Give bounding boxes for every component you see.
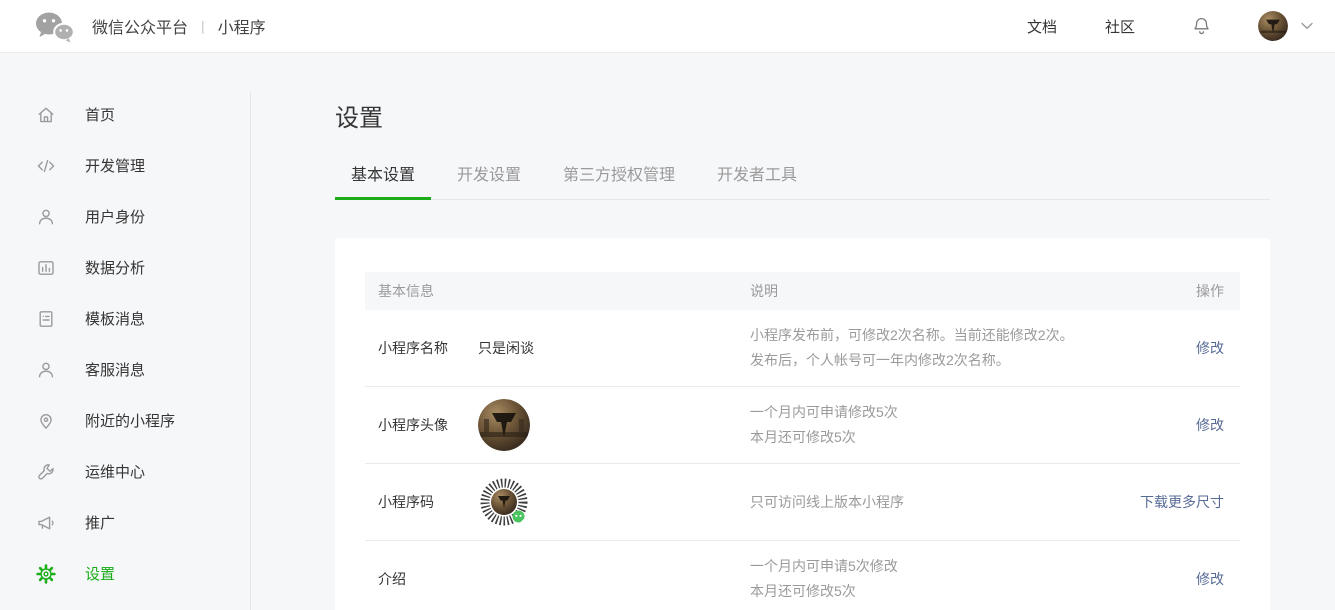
top-nav: 文档 社区 [979, 11, 1313, 41]
tab-basic-settings[interactable]: 基本设置 [335, 161, 431, 199]
customer-service-icon [36, 360, 56, 380]
field-label: 介绍 [378, 569, 478, 589]
sidebar-item-settings[interactable]: 设置 [0, 548, 250, 599]
sidebar-item-analytics[interactable]: 数据分析 [0, 242, 250, 293]
modify-introduction-link[interactable]: 修改 [1196, 571, 1224, 587]
description-line: 本月还可修改5次 [750, 425, 1080, 450]
table-row-name: 小程序名称 只是闲谈 小程序发布前，可修改2次名称。当前还能修改2次。 发布后，… [365, 310, 1240, 387]
table-header: 基本信息 说明 操作 [365, 272, 1240, 310]
col-description: 说明 [750, 281, 1080, 301]
page-title: 设置 [335, 98, 1270, 133]
chart-icon [36, 258, 56, 278]
sidebar-item-template-message[interactable]: 模板消息 [0, 293, 250, 344]
sidebar: 首页 开发管理 用户身份 [0, 53, 250, 610]
sidebar-item-label: 模板消息 [85, 308, 145, 329]
sidebar-item-nearby[interactable]: 附近的小程序 [0, 395, 250, 446]
basic-settings-card: 基本信息 说明 操作 小程序名称 只是闲谈 小程序发布前，可修改2次名称。当前还… [335, 238, 1270, 610]
settings-tabs: 基本设置 开发设置 第三方授权管理 开发者工具 [335, 161, 1270, 200]
sidebar-item-ops-center[interactable]: 运维中心 [0, 446, 250, 497]
table-row-avatar: 小程序头像 [365, 387, 1240, 464]
sidebar-item-home[interactable]: 首页 [0, 89, 250, 140]
table-row-qrcode: 小程序码 [365, 464, 1240, 541]
tab-developer-tools[interactable]: 开发者工具 [701, 161, 813, 199]
sidebar-divider [250, 92, 251, 610]
home-icon [36, 105, 56, 125]
description-line: 发布后，个人帐号可一年内修改2次名称。 [750, 348, 1080, 373]
brand-name: 微信公众平台 [92, 14, 188, 38]
product-name: 小程序 [218, 14, 266, 38]
mini-program-name-value: 只是闲谈 [478, 338, 534, 358]
description-line: 小程序发布前，可修改2次名称。当前还能修改2次。 [750, 323, 1080, 348]
mini-program-avatar [478, 399, 530, 451]
bell-icon[interactable] [1191, 15, 1212, 37]
col-action: 操作 [1080, 281, 1240, 301]
sidebar-item-label: 附近的小程序 [85, 410, 175, 431]
field-label: 小程序码 [378, 492, 478, 512]
sidebar-item-label: 推广 [85, 512, 115, 533]
wechat-logo[interactable] [33, 10, 75, 43]
sidebar-item-customer-service[interactable]: 客服消息 [0, 344, 250, 395]
user-avatar[interactable] [1258, 11, 1288, 41]
title-separator: | [201, 18, 205, 34]
wrench-icon [36, 462, 56, 482]
sidebar-item-label: 数据分析 [85, 257, 145, 278]
description-line: 只可访问线上版本小程序 [750, 490, 1080, 515]
main-content: 设置 基本设置 开发设置 第三方授权管理 开发者工具 基本信息 说明 操作 小程… [250, 53, 1335, 610]
sidebar-item-label: 开发管理 [85, 155, 145, 176]
table-row-introduction: 介绍 一个月内可申请5次修改 本月还可修改5次 修改 [365, 541, 1240, 610]
nav-community[interactable]: 社区 [1105, 16, 1135, 37]
sidebar-item-label: 首页 [85, 104, 115, 125]
sidebar-item-label: 设置 [85, 563, 115, 584]
modify-avatar-link[interactable]: 修改 [1196, 417, 1224, 433]
field-label: 小程序名称 [378, 338, 478, 358]
sidebar-item-promotion[interactable]: 推广 [0, 497, 250, 548]
download-more-sizes-link[interactable]: 下载更多尺寸 [1140, 494, 1224, 510]
sidebar-item-label: 客服消息 [85, 359, 145, 380]
modify-name-link[interactable]: 修改 [1196, 340, 1224, 356]
template-message-icon [36, 309, 56, 329]
user-icon [36, 207, 56, 227]
chevron-down-icon[interactable] [1301, 22, 1313, 30]
app-title: 微信公众平台 | 小程序 [92, 14, 266, 38]
tab-third-party-auth[interactable]: 第三方授权管理 [547, 161, 691, 199]
sidebar-item-user-identity[interactable]: 用户身份 [0, 191, 250, 242]
sidebar-item-label: 用户身份 [85, 206, 145, 227]
top-header: 微信公众平台 | 小程序 文档 社区 [0, 0, 1335, 53]
field-label: 小程序头像 [378, 415, 478, 435]
description-line: 一个月内可申请5次修改 [750, 554, 1080, 579]
tab-dev-settings[interactable]: 开发设置 [441, 161, 537, 199]
mini-program-qrcode [478, 476, 530, 528]
description-line: 本月还可修改5次 [750, 579, 1080, 604]
sidebar-item-dev-manage[interactable]: 开发管理 [0, 140, 250, 191]
description-line: 一个月内可申请修改5次 [750, 400, 1080, 425]
location-pin-icon [36, 411, 56, 431]
page: 微信公众平台 | 小程序 文档 社区 [0, 0, 1335, 610]
col-basic-info: 基本信息 [365, 281, 750, 301]
megaphone-icon [36, 513, 56, 533]
gear-icon [36, 564, 56, 584]
sidebar-item-label: 运维中心 [85, 461, 145, 482]
nav-docs[interactable]: 文档 [1027, 16, 1057, 37]
code-icon [36, 156, 56, 176]
